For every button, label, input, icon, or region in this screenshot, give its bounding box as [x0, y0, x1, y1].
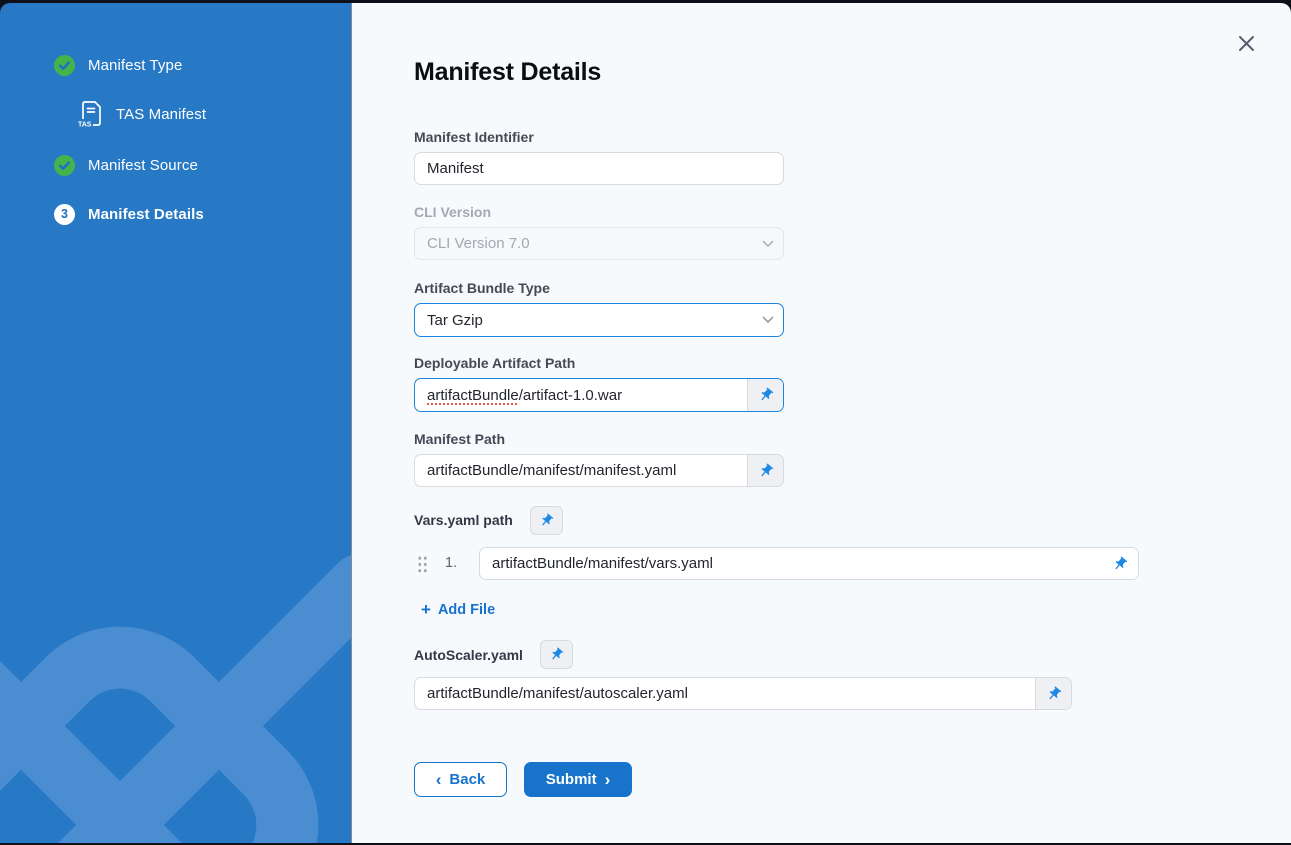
chevron-down-icon — [753, 304, 783, 336]
manifest-path-field-wrap — [414, 454, 784, 487]
svg-text:TAS: TAS — [78, 122, 92, 129]
add-file-label: Add File — [438, 602, 495, 618]
tas-manifest-icon: TAS — [78, 99, 104, 129]
check-circle-icon — [54, 155, 75, 176]
manifest-details-panel: Manifest Details Manifest Identifier CLI… — [352, 3, 1291, 843]
autoscaler-field-wrap — [414, 677, 1072, 710]
add-file-button[interactable]: + Add File — [421, 601, 495, 618]
submit-button-label: Submit — [546, 771, 597, 788]
vars-yaml-path-label: Vars.yaml path — [414, 512, 513, 528]
pin-icon[interactable] — [1035, 678, 1071, 709]
back-button[interactable]: ‹ Back — [414, 762, 507, 797]
chevron-right-icon: › — [605, 771, 611, 788]
manifest-identifier-field-wrap — [414, 152, 784, 185]
drag-handle-icon[interactable] — [416, 554, 427, 573]
close-icon[interactable] — [1234, 31, 1258, 55]
deployable-artifact-path-input[interactable]: artifactBundle/artifact-1.0.war — [415, 379, 747, 411]
manifest-wizard-dialog: Manifest Type TAS TAS Manifest Manifest … — [0, 3, 1291, 843]
pin-icon[interactable] — [747, 379, 783, 411]
page-title: Manifest Details — [414, 58, 601, 87]
step-label: Manifest Type — [88, 57, 182, 74]
chevron-left-icon: ‹ — [436, 771, 442, 788]
vars-yaml-pin-icon[interactable] — [530, 506, 563, 535]
check-circle-icon — [54, 55, 75, 76]
substep-label: TAS Manifest — [116, 106, 206, 123]
plus-icon: + — [421, 601, 431, 618]
autoscaler-label: AutoScaler.yaml — [414, 647, 523, 663]
chevron-down-icon — [753, 228, 783, 259]
back-button-label: Back — [449, 771, 485, 788]
manifest-path-input[interactable] — [415, 455, 747, 486]
step-label: Manifest Details — [88, 206, 204, 223]
artifact-bundle-type-value: Tar Gzip — [415, 304, 753, 336]
deployable-artifact-path-field-wrap: artifactBundle/artifact-1.0.war — [414, 378, 784, 412]
cli-version-value: CLI Version 7.0 — [415, 228, 753, 259]
submit-button[interactable]: Submit › — [524, 762, 632, 797]
step-label: Manifest Source — [88, 157, 198, 174]
sidebar-item-manifest-type[interactable]: Manifest Type — [54, 54, 182, 76]
artifact-bundle-type-select[interactable]: Tar Gzip — [414, 303, 784, 337]
brand-watermark-logo — [0, 555, 352, 843]
cli-version-select: CLI Version 7.0 — [414, 227, 784, 260]
sidebar-item-manifest-source[interactable]: Manifest Source — [54, 154, 198, 176]
vars-file-input[interactable] — [480, 548, 1102, 579]
artifact-bundle-type-label: Artifact Bundle Type — [414, 280, 550, 296]
sidebar-item-manifest-details[interactable]: 3 Manifest Details — [54, 203, 204, 225]
manifest-identifier-input[interactable] — [415, 153, 783, 184]
pin-icon[interactable] — [1102, 548, 1138, 579]
step-number-badge: 3 — [54, 204, 75, 225]
manifest-path-label: Manifest Path — [414, 431, 505, 447]
autoscaler-input[interactable] — [415, 678, 1035, 709]
wizard-steps-sidebar: Manifest Type TAS TAS Manifest Manifest … — [0, 3, 352, 843]
manifest-identifier-label: Manifest Identifier — [414, 129, 534, 145]
vars-file-field-wrap — [479, 547, 1139, 580]
sidebar-item-tas-manifest[interactable]: TAS TAS Manifest — [78, 99, 206, 129]
autoscaler-pin-icon[interactable] — [540, 640, 573, 669]
deployable-artifact-path-label: Deployable Artifact Path — [414, 355, 575, 371]
pin-icon[interactable] — [747, 455, 783, 486]
vars-file-index: 1. — [445, 555, 457, 571]
cli-version-label: CLI Version — [414, 204, 491, 220]
